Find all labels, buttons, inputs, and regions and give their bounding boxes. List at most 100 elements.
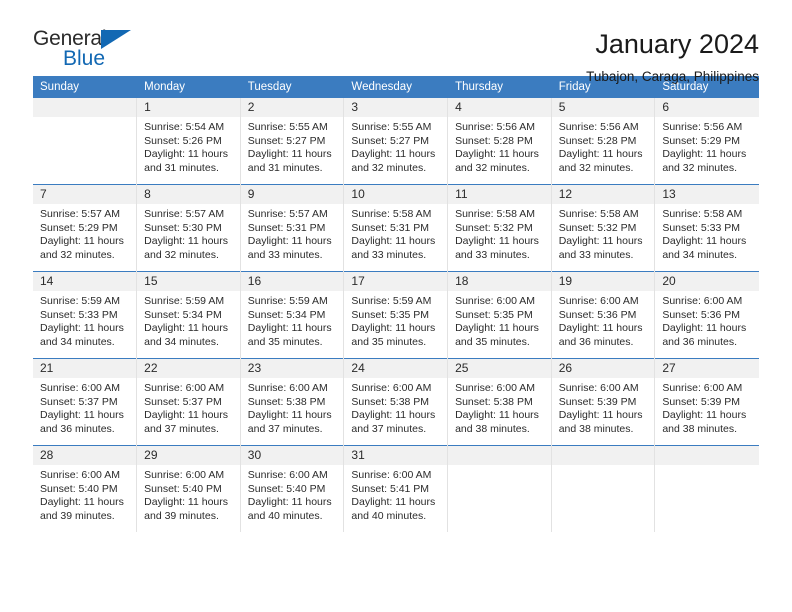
day-number: 11 xyxy=(448,185,551,204)
calendar-day-cell[interactable]: 31 Sunrise: 6:00 AM Sunset: 5:41 PM Dayligh… xyxy=(343,445,449,532)
calendar-day-cell[interactable]: 18 Sunrise: 6:00 AM Sunset: 5:35 PM Dayligh… xyxy=(447,271,552,359)
daylight-duration-line1: Daylight: 11 hours xyxy=(662,235,747,248)
calendar-day-cell[interactable]: 14 Sunrise: 5:59 AM Sunset: 5:33 PM Dayligh… xyxy=(33,271,138,359)
daylight-duration-line2: and 32 minutes. xyxy=(144,248,219,261)
daylight-duration-line1: Daylight: 11 hours xyxy=(455,409,539,422)
daylight-duration-line2 xyxy=(455,510,545,524)
calendar-day-cell[interactable]: 27 Sunrise: 6:00 AM Sunset: 5:39 PM Dayligh… xyxy=(654,358,759,446)
day-number: 15 xyxy=(137,272,240,291)
calendar-day-cell[interactable]: 2 Sunrise: 5:55 AM Sunset: 5:27 PM Daylight… xyxy=(240,98,345,185)
calendar-day-cell[interactable]: 26 Sunrise: 6:00 AM Sunset: 5:39 PM Dayligh… xyxy=(551,358,656,446)
calendar-empty-cell xyxy=(33,98,138,185)
calendar-day-cell[interactable]: 19 Sunrise: 6:00 AM Sunset: 5:36 PM Dayligh… xyxy=(551,271,656,359)
calendar-day-cell[interactable]: 21 Sunrise: 6:00 AM Sunset: 5:37 PM Dayligh… xyxy=(33,358,138,446)
day-details xyxy=(552,465,655,532)
calendar-week-row: 14 Sunrise: 5:59 AM Sunset: 5:33 PM Dayligh… xyxy=(33,271,759,359)
daylight-duration-line1: Daylight: 11 hours xyxy=(558,235,643,248)
calendar-day-cell[interactable]: 4 Sunrise: 5:56 AM Sunset: 5:28 PM Daylight… xyxy=(447,98,552,185)
calendar-week-row: 21 Sunrise: 6:00 AM Sunset: 5:37 PM Dayligh… xyxy=(33,358,759,446)
calendar-day-cell[interactable]: 12 Sunrise: 5:58 AM Sunset: 5:32 PM Dayligh… xyxy=(551,184,656,272)
calendar-day-cell[interactable]: 1 Sunrise: 5:54 AM Sunset: 5:26 PM Daylight… xyxy=(136,98,241,185)
day-number xyxy=(551,446,655,465)
daylight-duration-line1: Daylight: 11 hours xyxy=(558,148,643,161)
day-details: Sunrise: 6:00 AM Sunset: 5:39 PM Daylight:… xyxy=(655,378,758,445)
calendar-day-cell[interactable]: 23 Sunrise: 6:00 AM Sunset: 5:38 PM Dayligh… xyxy=(240,358,345,446)
calendar-day-cell[interactable]: 16 Sunrise: 5:59 AM Sunset: 5:34 PM Dayligh… xyxy=(240,271,345,359)
daylight-duration-line2: and 32 minutes. xyxy=(40,248,115,261)
sunset-time: Sunset: 5:38 PM xyxy=(455,395,533,408)
day-details: Sunrise: 5:57 AM Sunset: 5:29 PM Daylight:… xyxy=(33,204,136,271)
sunrise-time: Sunrise: 5:54 AM xyxy=(144,121,225,133)
day-number: 30 xyxy=(240,446,344,465)
calendar-day-cell[interactable]: 10 Sunrise: 5:58 AM Sunset: 5:31 PM Dayligh… xyxy=(343,184,449,272)
daylight-duration-line1: Daylight: 11 hours xyxy=(455,235,539,248)
daylight-duration-line2: and 31 minutes. xyxy=(247,161,323,174)
day-number: 6 xyxy=(655,98,759,117)
daylight-duration-line1: Daylight: 11 hours xyxy=(351,496,436,509)
calendar-day-cell[interactable]: 20 Sunrise: 6:00 AM Sunset: 5:36 PM Dayligh… xyxy=(654,271,759,359)
sunset-time: Sunset: 5:26 PM xyxy=(144,134,222,147)
day-details: Sunrise: 5:58 AM Sunset: 5:32 PM Daylight:… xyxy=(552,204,655,271)
calendar-day-cell[interactable]: 8 Sunrise: 5:57 AM Sunset: 5:30 PM Daylight… xyxy=(136,184,241,272)
day-details: Sunrise: 5:59 AM Sunset: 5:34 PM Daylight:… xyxy=(241,291,344,358)
sunset-time: Sunset: 5:28 PM xyxy=(558,134,637,147)
day-number: 23 xyxy=(240,359,344,378)
daylight-duration-line1: Daylight: 11 hours xyxy=(40,496,124,509)
day-number: 17 xyxy=(344,272,448,291)
day-number: 8 xyxy=(137,185,240,204)
calendar-day-cell[interactable]: 25 Sunrise: 6:00 AM Sunset: 5:38 PM Dayligh… xyxy=(447,358,552,446)
daylight-duration-line2: and 37 minutes. xyxy=(144,422,219,435)
daylight-duration-line2: and 35 minutes. xyxy=(455,335,530,348)
daylight-duration-line1: Daylight: 11 hours xyxy=(144,322,228,335)
daylight-duration-line2: and 32 minutes. xyxy=(662,161,738,174)
day-details: Sunrise: 6:00 AM Sunset: 5:37 PM Daylight:… xyxy=(33,378,136,445)
daylight-duration-line1: Daylight: 11 hours xyxy=(40,322,124,335)
daylight-duration-line2: and 33 minutes. xyxy=(455,248,530,261)
sunrise-time: Sunrise: 5:57 AM xyxy=(144,208,225,220)
sunset-time: Sunset: 5:40 PM xyxy=(144,482,222,495)
daylight-duration-line2: and 36 minutes. xyxy=(40,422,115,435)
calendar-day-cell[interactable]: 29 Sunrise: 6:00 AM Sunset: 5:40 PM Dayligh… xyxy=(136,445,241,532)
calendar-day-cell[interactable]: 24 Sunrise: 6:00 AM Sunset: 5:38 PM Dayligh… xyxy=(343,358,449,446)
calendar-day-cell[interactable]: 6 Sunrise: 5:56 AM Sunset: 5:29 PM Daylight… xyxy=(655,98,759,185)
calendar-day-cell[interactable]: 11 Sunrise: 5:58 AM Sunset: 5:32 PM Dayligh… xyxy=(447,184,552,272)
day-number: 28 xyxy=(33,446,137,465)
day-details: Sunrise: 5:56 AM Sunset: 5:28 PM Daylight:… xyxy=(448,117,551,184)
sunrise-time: Sunrise: 6:00 AM xyxy=(40,382,120,394)
weekday-header-wednesday: Wednesday xyxy=(343,76,449,98)
day-number: 21 xyxy=(33,359,137,378)
day-number: 10 xyxy=(344,185,448,204)
calendar-day-cell[interactable]: 22 Sunrise: 6:00 AM Sunset: 5:37 PM Dayligh… xyxy=(136,358,241,446)
day-number: 4 xyxy=(448,98,551,117)
calendar-day-cell[interactable]: 30 Sunrise: 6:00 AM Sunset: 5:40 PM Dayligh… xyxy=(240,445,345,532)
calendar-day-cell[interactable]: 13 Sunrise: 5:58 AM Sunset: 5:33 PM Dayligh… xyxy=(654,184,759,272)
sunrise-time: Sunrise: 5:59 AM xyxy=(351,295,432,307)
calendar-day-cell[interactable]: 28 Sunrise: 6:00 AM Sunset: 5:40 PM Dayligh… xyxy=(33,445,138,532)
logo-text-blue: Blue xyxy=(63,47,106,70)
sunset-time xyxy=(662,483,752,497)
sunset-time: Sunset: 5:38 PM xyxy=(351,395,430,408)
daylight-duration-line1: Daylight: 11 hours xyxy=(247,322,332,335)
calendar-day-cell[interactable]: 9 Sunrise: 5:57 AM Sunset: 5:31 PM Daylight… xyxy=(240,184,345,272)
calendar-day-cell[interactable]: 3 Sunrise: 5:55 AM Sunset: 5:27 PM Daylight… xyxy=(343,98,449,185)
day-number xyxy=(655,446,759,465)
daylight-duration-line1: Daylight: 11 hours xyxy=(247,235,332,248)
daylight-duration-line2: and 31 minutes. xyxy=(144,161,219,174)
calendar-day-cell[interactable]: 15 Sunrise: 5:59 AM Sunset: 5:34 PM Dayligh… xyxy=(136,271,241,359)
general-blue-logo[interactable]: General Blue xyxy=(33,28,153,76)
sunset-time: Sunset: 5:27 PM xyxy=(351,134,430,147)
sunset-time: Sunset: 5:31 PM xyxy=(247,221,326,234)
sunset-time: Sunset: 5:27 PM xyxy=(247,134,326,147)
day-details: Sunrise: 6:00 AM Sunset: 5:37 PM Daylight:… xyxy=(137,378,240,445)
sunrise-time xyxy=(662,469,752,483)
calendar-day-cell[interactable]: 5 Sunrise: 5:56 AM Sunset: 5:28 PM Daylight… xyxy=(551,98,656,185)
weekday-header-monday: Monday xyxy=(136,76,241,98)
calendar-day-cell[interactable]: 7 Sunrise: 5:57 AM Sunset: 5:29 PM Daylight… xyxy=(33,184,138,272)
sunset-time: Sunset: 5:33 PM xyxy=(662,221,740,234)
daylight-duration-line1: Daylight: 11 hours xyxy=(558,409,643,422)
daylight-duration-line2: and 39 minutes. xyxy=(40,509,115,522)
day-number: 27 xyxy=(655,359,759,378)
calendar-day-cell[interactable]: 17 Sunrise: 5:59 AM Sunset: 5:35 PM Dayligh… xyxy=(343,271,449,359)
daylight-duration-line2: and 38 minutes. xyxy=(662,422,738,435)
sunset-time: Sunset: 5:37 PM xyxy=(40,395,118,408)
